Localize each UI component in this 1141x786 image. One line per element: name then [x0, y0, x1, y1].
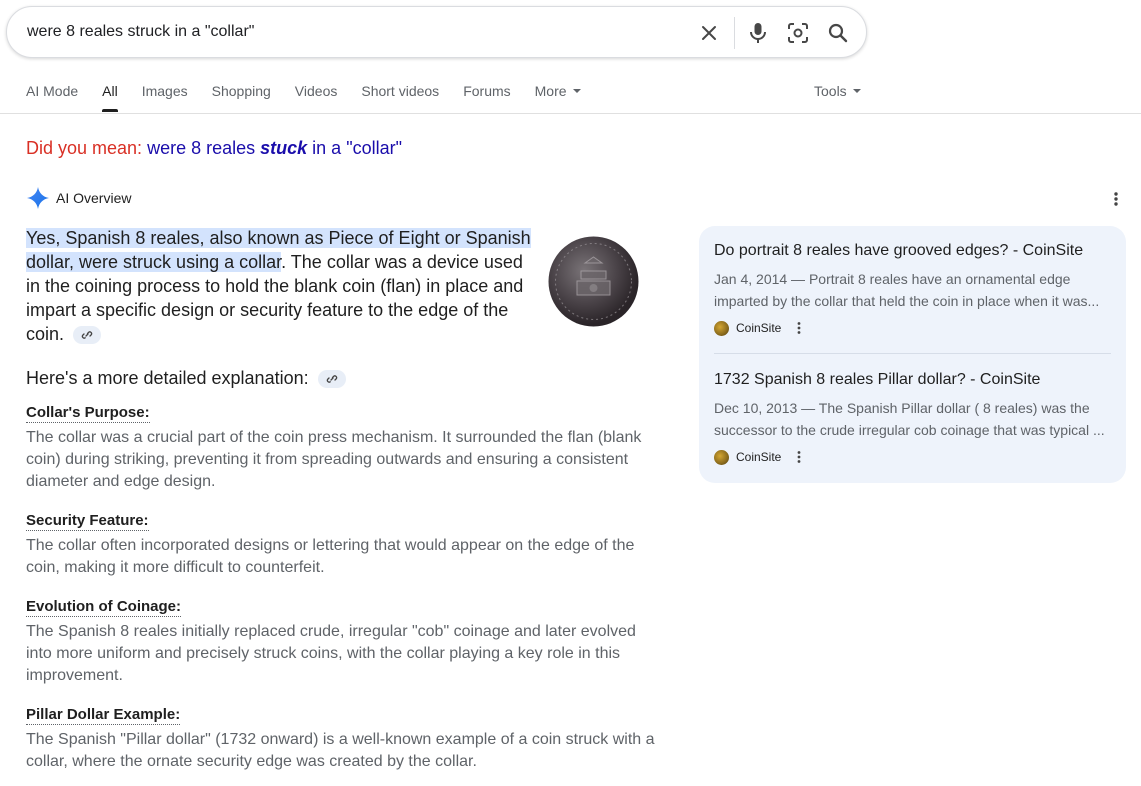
tools-label: Tools	[814, 83, 847, 99]
section-body-pillar: The Spanish "Pillar dollar" (1732 onward…	[26, 731, 655, 770]
clear-icon[interactable]	[697, 21, 721, 45]
source-site: CoinSite	[714, 319, 1111, 337]
tools-button[interactable]: Tools	[814, 83, 861, 99]
source-card[interactable]: 1732 Spanish 8 reales Pillar dollar? - C…	[714, 371, 1111, 466]
more-explanation-heading: Here's a more detailed explanation:	[26, 368, 346, 389]
source-snippet: Jan 4, 2014 — Portrait 8 reales have an …	[714, 268, 1111, 312]
snippet-line: Dec 10, 2013 — The Spanish Pillar dollar…	[714, 400, 1090, 416]
did-you-mean: Did you mean: were 8 reales stuck in a "…	[26, 138, 402, 159]
ai-overview-header: AI Overview	[26, 186, 131, 210]
source-site: CoinSite	[714, 448, 1111, 466]
did-you-mean-label: Did you mean:	[26, 138, 143, 158]
lens-camera-icon[interactable]	[786, 21, 810, 45]
sources-panel: Do portrait 8 reales have grooved edges?…	[699, 226, 1126, 483]
tab-videos[interactable]: Videos	[295, 83, 338, 113]
tab-shopping[interactable]: Shopping	[212, 83, 271, 113]
more-explanation-text: Here's a more detailed explanation:	[26, 368, 309, 388]
did-you-mean-link[interactable]: were 8 reales stuck in a "collar"	[147, 138, 402, 158]
tab-ai-mode[interactable]: AI Mode	[26, 83, 78, 113]
site-name: CoinSite	[736, 450, 782, 464]
suggestion-text: were 8 reales	[147, 138, 261, 158]
search-tabs: AI Mode All Images Shopping Videos Short…	[26, 83, 605, 113]
caret-down-icon	[572, 89, 581, 94]
microphone-icon[interactable]	[746, 21, 770, 45]
coinsite-favicon	[714, 320, 729, 336]
source-divider	[714, 353, 1111, 354]
tab-label: Short videos	[361, 83, 440, 99]
search-input[interactable]: were 8 reales struck in a "collar"	[27, 23, 254, 41]
section-title-purpose[interactable]: Collar's Purpose:	[26, 404, 150, 423]
site-name: CoinSite	[736, 321, 782, 335]
snippet-line: successor to the crude irregular cob coi…	[714, 422, 1105, 438]
link-icon	[326, 375, 337, 383]
section-body-security: The collar often incorporated designs or…	[26, 537, 635, 576]
tab-all[interactable]: All	[102, 83, 118, 113]
tab-label: AI Mode	[26, 83, 79, 99]
more-vert-icon[interactable]	[795, 321, 803, 335]
ai-overview-label: AI Overview	[56, 190, 132, 206]
tab-images[interactable]: Images	[142, 83, 188, 113]
more-vert-icon[interactable]	[795, 450, 803, 464]
tab-short-videos[interactable]: Short videos	[361, 83, 439, 113]
section-body-purpose: The collar was a crucial part of the coi…	[26, 429, 642, 490]
coin-image[interactable]	[547, 235, 640, 328]
tabs-divider	[0, 113, 1141, 114]
coinsite-favicon	[714, 449, 729, 465]
source-snippet: Dec 10, 2013 — The Spanish Pillar dollar…	[714, 397, 1111, 441]
tab-label: Forums	[463, 83, 511, 99]
snippet-line: imparted by the collar that held the coi…	[714, 293, 1100, 309]
snippet-line: Jan 4, 2014 — Portrait 8 reales have an …	[714, 271, 1071, 287]
search-icon[interactable]	[826, 21, 850, 45]
suggestion-text: in a "collar"	[307, 138, 402, 158]
ai-overview-lead: Yes, Spanish 8 reales, also known as Pie…	[26, 226, 531, 346]
section-title-pillar[interactable]: Pillar Dollar Example:	[26, 706, 181, 725]
source-title[interactable]: 1732 Spanish 8 reales Pillar dollar? - C…	[714, 371, 1111, 389]
suggestion-correction: stuck	[260, 138, 308, 158]
ai-sparkle-icon	[27, 187, 49, 209]
tab-more[interactable]: More	[535, 83, 581, 113]
tab-label: Videos	[294, 83, 338, 99]
tab-forums[interactable]: Forums	[463, 83, 510, 113]
search-bar: were 8 reales struck in a "collar"	[6, 6, 867, 58]
source-title[interactable]: Do portrait 8 reales have grooved edges?…	[714, 242, 1111, 260]
tab-label: More	[534, 83, 567, 99]
section-title-evolution[interactable]: Evolution of Coinage:	[26, 598, 181, 617]
caret-down-icon	[852, 89, 861, 94]
tab-label: Images	[141, 83, 188, 99]
source-card[interactable]: Do portrait 8 reales have grooved edges?…	[714, 242, 1111, 337]
source-link-chip[interactable]	[317, 370, 346, 389]
tab-label: All	[102, 83, 118, 99]
search-divider	[734, 17, 735, 49]
section-title-security[interactable]: Security Feature:	[26, 512, 149, 531]
section-body-evolution: The Spanish 8 reales initially replaced …	[26, 623, 636, 684]
more-vert-icon[interactable]	[1108, 190, 1124, 208]
source-link-chip[interactable]	[73, 326, 102, 345]
link-icon	[81, 331, 93, 339]
tab-label: Shopping	[211, 83, 271, 99]
